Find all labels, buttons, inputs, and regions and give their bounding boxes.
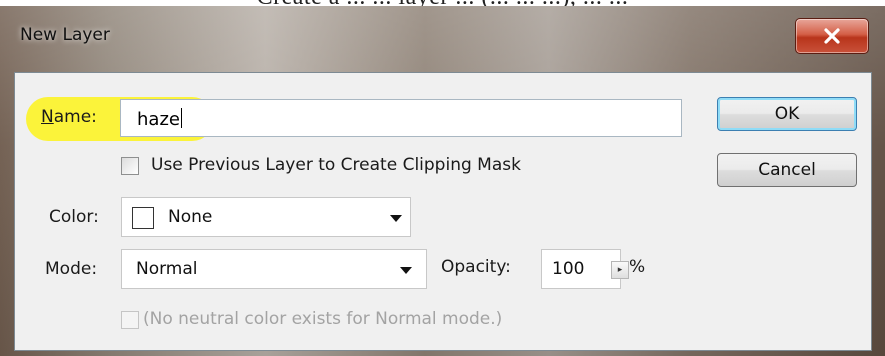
chevron-down-icon [400,267,412,274]
mode-label: Mode: [45,259,98,279]
text-caret [180,108,182,128]
opacity-value: 100 [552,259,585,279]
mode-select[interactable]: Normal [121,249,427,289]
color-select[interactable]: None [121,197,411,237]
name-input[interactable]: haze [120,99,682,137]
color-swatch [132,207,154,229]
dialog-window: New Layer Name: haze OK Cancel Use Previ… [0,6,885,356]
clipping-mask-label[interactable]: Use Previous Layer to Create Clipping Ma… [151,155,521,175]
color-select-value: None [168,207,213,227]
color-label: Color: [49,207,99,227]
clipping-mask-checkbox[interactable] [121,157,139,175]
neutral-color-checkbox [121,311,139,329]
mode-select-value: Normal [136,259,198,279]
chevron-down-icon [390,215,402,222]
cancel-button[interactable]: Cancel [717,153,857,187]
name-value-text: haze [137,109,180,130]
name-label-text: ame: [53,107,97,127]
name-label: Name: [41,107,97,127]
stepper-arrow-icon[interactable]: ▸ [611,261,629,279]
opacity-label: Opacity: [441,257,511,277]
opacity-input[interactable]: 100 ▸ [541,249,629,289]
close-button[interactable] [795,18,869,54]
name-input-value: haze [137,108,182,130]
dialog-title: New Layer [20,25,110,45]
close-icon [824,28,840,44]
neutral-color-note: (No neutral color exists for Normal mode… [143,309,503,329]
opacity-unit: % [629,257,646,277]
dialog-client-area: Name: haze OK Cancel Use Previous Layer … [14,72,872,351]
ok-button[interactable]: OK [717,97,857,131]
